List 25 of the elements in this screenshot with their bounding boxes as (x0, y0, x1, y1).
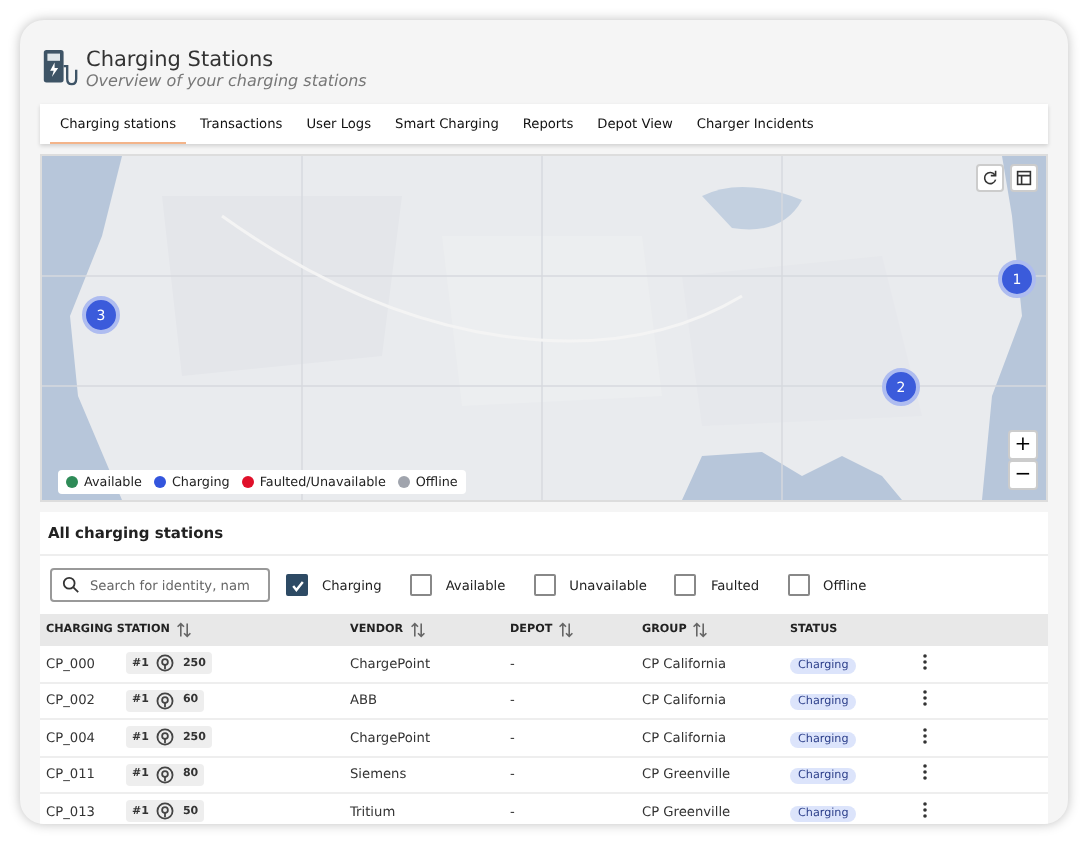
search-icon (62, 576, 80, 594)
refresh-button[interactable] (976, 164, 1004, 192)
plug-icon (156, 765, 175, 784)
more-options-icon[interactable] (922, 762, 928, 783)
refresh-icon (982, 170, 998, 186)
more-options-icon[interactable] (922, 799, 928, 820)
checkbox[interactable] (286, 574, 308, 596)
checkbox[interactable] (409, 574, 432, 596)
zoom-in-button[interactable]: + (1008, 430, 1038, 460)
more-options-icon[interactable] (922, 688, 928, 709)
more-options-icon[interactable] (922, 651, 928, 672)
checkbox[interactable] (533, 574, 556, 596)
zoom-out-button[interactable]: − (1008, 460, 1038, 490)
plug-icon (156, 691, 175, 710)
plug-icon (156, 728, 175, 747)
plug-icon (156, 654, 175, 673)
checkbox[interactable] (787, 574, 810, 596)
more-options-icon[interactable] (922, 725, 928, 746)
window-icon (1016, 170, 1032, 186)
page-subtitle: Overview of your charging stations (86, 71, 367, 89)
page-title: Charging Stations (86, 47, 276, 71)
fullscreen-button[interactable] (1010, 164, 1038, 192)
plug-icon (156, 802, 175, 821)
checkbox[interactable] (674, 574, 697, 596)
charging-station-icon (42, 48, 78, 88)
